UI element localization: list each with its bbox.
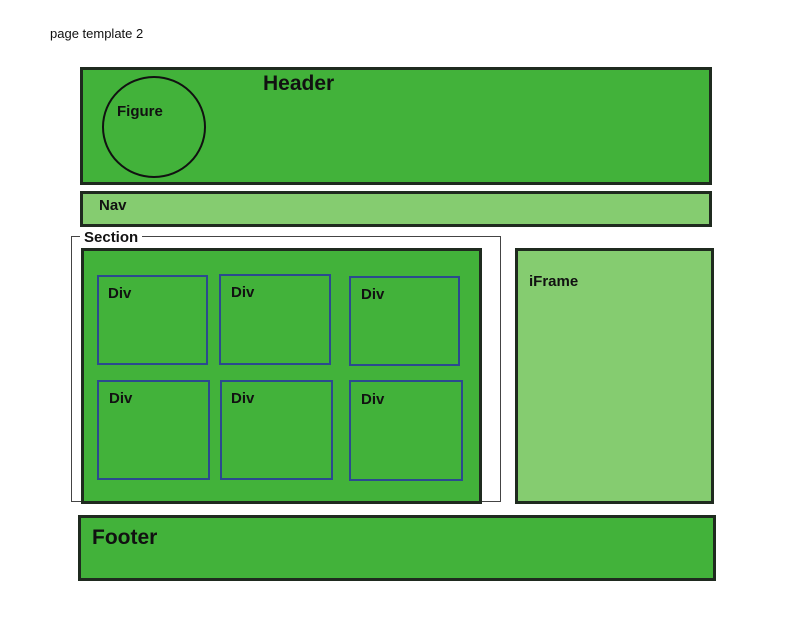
figure-label: Figure	[117, 103, 163, 120]
header-label: Header	[263, 72, 335, 95]
footer-block	[78, 515, 716, 581]
div-label-5: Div	[231, 390, 255, 407]
page-caption: page template 2	[50, 26, 144, 41]
footer-label: Footer	[92, 526, 158, 549]
div-label-3: Div	[361, 286, 385, 303]
div-label-6: Div	[361, 391, 385, 408]
figure-circle	[102, 76, 206, 178]
div-label-1: Div	[108, 285, 132, 302]
nav-label: Nav	[99, 197, 127, 214]
section-label: Section	[80, 229, 143, 246]
nav-block	[80, 191, 712, 227]
iframe-label: iFrame	[529, 273, 579, 290]
div-label-4: Div	[109, 390, 133, 407]
div-label-2: Div	[231, 284, 255, 301]
